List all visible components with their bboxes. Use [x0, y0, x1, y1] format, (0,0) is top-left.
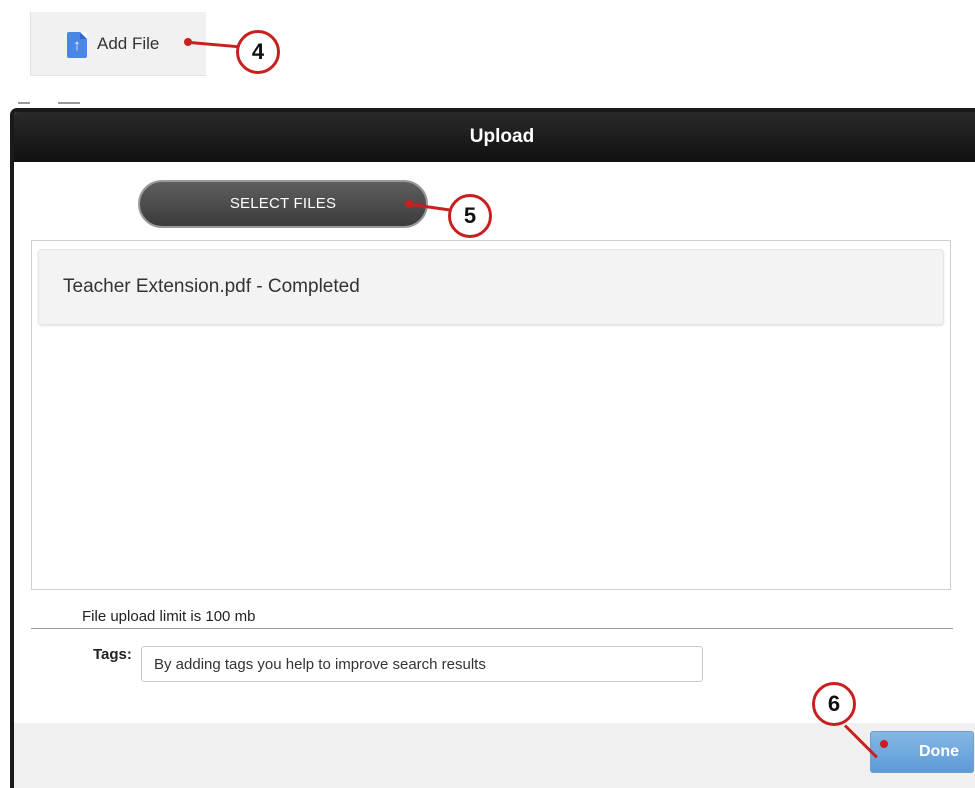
file-list: Teacher Extension.pdf - Completed [31, 240, 951, 590]
callout-4-badge: 4 [236, 30, 280, 74]
tags-label: Tags: [93, 646, 132, 663]
divider [31, 628, 953, 629]
dialog-title: Upload [14, 112, 975, 162]
select-files-button[interactable]: SELECT FILES [138, 180, 428, 228]
callout-6-pointer [880, 740, 888, 748]
callout-5-badge: 5 [448, 194, 492, 238]
add-file-button[interactable]: ↑ Add File [30, 12, 206, 76]
dialog-footer [14, 723, 975, 788]
callout-6-badge: 6 [812, 682, 856, 726]
tags-input[interactable] [141, 646, 703, 682]
upload-document-icon: ↑ [67, 32, 87, 58]
file-item-text: Teacher Extension.pdf - Completed [63, 276, 360, 297]
done-button[interactable]: Done [870, 731, 974, 773]
add-file-label: Add File [97, 34, 160, 53]
background-fragment [58, 102, 80, 104]
file-list-item: Teacher Extension.pdf - Completed [38, 249, 944, 325]
upload-limit-text: File upload limit is 100 mb [82, 608, 256, 625]
background-fragment [18, 102, 30, 104]
